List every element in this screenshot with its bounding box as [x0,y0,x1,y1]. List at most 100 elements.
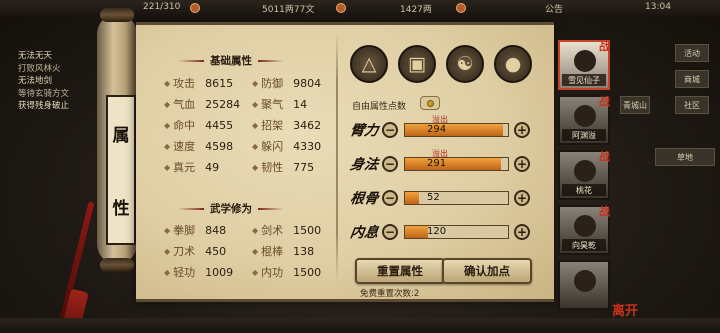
plus-button[interactable]: + [514,190,530,206]
map-button[interactable]: 草地 [655,148,715,166]
stat-item: ◆ 气血 25284 [164,96,240,112]
plus-button[interactable]: + [514,224,530,240]
attribute-value: 294 [427,124,447,135]
log-line: 获得残身破止 [18,101,70,111]
diamond-icon: ◆ [164,162,171,172]
scroll-cap-top [100,8,134,22]
hat-icon[interactable]: △ [350,45,388,83]
portrait-head [574,215,596,237]
diamond-icon: ◆ [252,162,259,172]
stat-label: 气血 [173,98,196,111]
portrait-head [574,50,596,72]
diamond-icon: ◆ [164,120,171,130]
diamond-icon: ◆ [252,225,259,235]
diamond-icon: ◆ [252,246,259,256]
character-name: 桃花 [562,184,606,196]
stat-label: 速度 [173,140,196,153]
minus-button[interactable]: − [382,190,398,206]
stat-value: 1500 [293,265,322,279]
add-gold-icon[interactable] [456,3,466,13]
leave-button[interactable]: 离开 [612,300,638,319]
stat-item: ◆ 命中 4455 [164,117,233,133]
notice-link[interactable]: 公告 [545,2,563,15]
bar-fill [405,226,428,238]
portrait-head [574,105,596,127]
diamond-icon: ◆ [252,120,259,130]
log-line: 打败风林火 [18,63,61,74]
attribute-bar: 294 [404,123,509,137]
alloc-name: 根骨 [349,191,380,207]
stat-value: 9804 [293,76,322,90]
stat-item: ◆ 真元 49 [164,159,219,175]
club-button[interactable]: 社区 [675,96,709,114]
activity-button[interactable]: 活动 [675,44,709,62]
stat-item: ◆ 剑术 1500 [252,222,321,238]
body-icon[interactable]: ● [494,45,532,83]
stat-label: 命中 [173,119,196,132]
stat-value: 1009 [205,265,234,279]
character-portrait[interactable] [558,260,610,310]
stat-label: 躲闪 [261,140,284,153]
character-portrait[interactable]: 桃花 战 [558,150,610,200]
log-line: 无法地剑 [18,76,53,86]
character-portrait[interactable]: 阿渊溢 战 [558,95,610,145]
stat-value: 775 [293,160,315,174]
attribute-bar: 291 [404,157,509,171]
stat-item: ◆ 拳脚 848 [164,222,226,238]
minus-button[interactable]: − [382,224,398,240]
stat-label: 拳脚 [173,224,196,237]
character-portrait[interactable]: 雪见仙子 战 [558,40,610,90]
region-label: 青城山 [620,96,650,114]
add-icon[interactable] [190,3,200,13]
yinyang-icon[interactable]: ☯ [446,45,484,83]
stat-item: ◆ 棍棒 138 [252,243,314,259]
stat-item: ◆ 韧性 775 [252,159,314,175]
diamond-icon: ◆ [164,141,171,151]
silver-amount: 5011两77文 [262,5,315,15]
gold-amount: 1427两 [400,5,432,15]
add-silver-icon[interactable] [336,3,346,13]
stat-label: 内功 [261,266,284,279]
minus-button[interactable]: − [382,156,398,172]
battle-mark-icon: 战 [599,205,610,218]
diamond-icon: ◆ [252,99,259,109]
portrait-head [574,270,596,292]
diamond-icon: ◆ [164,225,171,235]
log-line: 等待玄骑方文 [18,88,70,99]
stat-value: 848 [205,223,227,237]
diamond-icon: ◆ [164,99,171,109]
stat-item: ◆ 聚气 14 [252,96,307,112]
battle-mark-icon: 战 [599,150,610,163]
character-name: 雪见仙子 [562,74,606,86]
character-portrait[interactable]: 向昊乾 战 [558,205,610,255]
stat-value: 4598 [205,139,234,153]
character-name: 向昊乾 [562,239,606,251]
overflow-label: 溢出 [432,115,448,124]
stat-label: 攻击 [173,77,196,90]
bar-fill [405,192,420,204]
scroll-cap-bottom [100,258,134,272]
attribute-value: 120 [427,226,447,237]
stat-item: ◆ 防御 9804 [252,75,321,91]
alloc-name: 臂力 [349,123,380,139]
plus-button[interactable]: + [514,122,530,138]
stat-label: 聚气 [261,98,284,111]
confirm-points-button[interactable]: 确认加点 [442,258,532,284]
stat-value: 14 [293,97,308,111]
stat-value: 138 [293,244,315,258]
free-points-label: 自由属性点数 [352,102,407,112]
attribute-value: 52 [427,192,440,203]
bar-fill [405,124,503,136]
plus-button[interactable]: + [514,156,530,172]
trade-button[interactable]: 商城 [675,70,709,88]
stat-value: 49 [205,160,220,174]
martial-title: 武学修为 [178,201,284,216]
reset-attributes-button[interactable]: 重置属性 [355,258,445,284]
alloc-name: 身法 [349,157,380,173]
stat-item: ◆ 躲闪 4330 [252,138,321,154]
reset-count: 免费重置次数:2 [360,289,420,299]
minus-button[interactable]: − [382,122,398,138]
armor-icon[interactable]: ▣ [398,45,436,83]
bottom-bar [0,318,720,333]
attribute-bar: 120 [404,225,509,239]
